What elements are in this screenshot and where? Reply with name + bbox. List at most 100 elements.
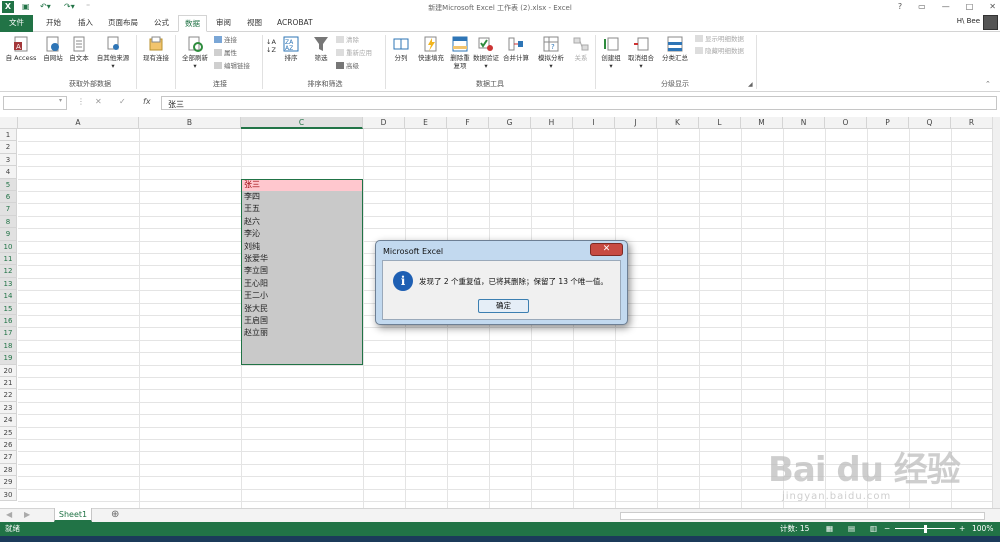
row-header-11[interactable]: 11 <box>0 253 17 266</box>
row-header-13[interactable]: 13 <box>0 277 17 291</box>
column-header-l[interactable]: L <box>699 117 741 129</box>
tab-page-layout[interactable]: 页面布局 <box>102 15 144 32</box>
filter-button[interactable]: 筛选 <box>309 36 333 62</box>
row-header-12[interactable]: 12 <box>0 265 17 278</box>
tab-file[interactable]: 文件 <box>0 15 33 32</box>
consolidate-button[interactable]: 合并计算 <box>500 36 532 62</box>
column-header-p[interactable]: P <box>867 117 909 129</box>
tab-home[interactable]: 开始 <box>40 15 67 32</box>
remove-duplicates-button[interactable]: 删除重复项 <box>448 36 472 70</box>
row-header-7[interactable]: 7 <box>0 203 17 216</box>
insert-function-icon[interactable]: fx <box>143 97 151 106</box>
column-header-f[interactable]: F <box>447 117 489 129</box>
row-header-8[interactable]: 8 <box>0 215 17 229</box>
name-box[interactable] <box>3 96 67 110</box>
row-header-16[interactable]: 16 <box>0 315 17 328</box>
row-header-6[interactable]: 6 <box>0 191 17 204</box>
row-header-24[interactable]: 24 <box>0 414 17 427</box>
sheet-tab-sheet1[interactable]: Sheet1 <box>54 508 92 522</box>
cell-c5[interactable]: 张三 <box>241 179 363 191</box>
prev-sheet-icon[interactable]: ◀ <box>6 510 12 519</box>
hide-detail-button[interactable]: 隐藏明细数据 <box>695 47 744 56</box>
close-icon[interactable]: ✕ <box>989 2 996 11</box>
row-header-29[interactable]: 29 <box>0 476 17 489</box>
group-button[interactable]: 创建组 ▾ <box>598 36 624 70</box>
sort-az-icon[interactable]: ↓A ↓Z <box>265 38 277 54</box>
clear-filter-button[interactable]: 清除 <box>336 36 359 45</box>
zoom-out-icon[interactable]: − <box>884 522 890 536</box>
column-header-n[interactable]: N <box>783 117 825 129</box>
flash-fill-button[interactable]: 快速填充 <box>414 36 448 62</box>
existing-connections-button[interactable]: 现有连接 <box>139 36 173 62</box>
cell-c8[interactable]: 赵六 <box>241 216 363 228</box>
normal-view-icon[interactable]: ▦ <box>826 522 833 536</box>
data-validation-button[interactable]: 数据验证 ▾ <box>472 36 500 70</box>
row-header-30[interactable]: 30 <box>0 488 17 501</box>
row-header-1[interactable]: 1 <box>0 129 17 142</box>
column-header-g[interactable]: G <box>489 117 531 129</box>
column-header-o[interactable]: O <box>825 117 867 129</box>
help-icon[interactable]: ? <box>898 2 902 11</box>
row-header-10[interactable]: 10 <box>0 240 17 253</box>
column-header-j[interactable]: J <box>615 117 657 129</box>
edit-links-button[interactable]: 编辑链接 <box>214 62 250 71</box>
row-header-27[interactable]: 27 <box>0 451 17 464</box>
minimize-icon[interactable]: — <box>942 2 950 11</box>
row-header-28[interactable]: 28 <box>0 463 17 477</box>
row-header-15[interactable]: 15 <box>0 302 17 315</box>
row-header-20[interactable]: 20 <box>0 364 17 377</box>
dialog-close-button[interactable]: ✕ <box>590 243 623 256</box>
zoom-slider-thumb[interactable] <box>924 525 927 533</box>
row-header-5[interactable]: 5 <box>0 178 17 191</box>
tab-formulas[interactable]: 公式 <box>148 15 175 32</box>
next-sheet-icon[interactable]: ▶ <box>24 510 30 519</box>
cancel-edit-icon[interactable]: ✕ <box>95 97 102 106</box>
avatar[interactable] <box>983 15 998 30</box>
column-header-r[interactable]: R <box>951 117 992 129</box>
column-header-m[interactable]: M <box>741 117 783 129</box>
row-header-3[interactable]: 3 <box>0 153 17 167</box>
cell-c9[interactable]: 李沁 <box>241 228 363 240</box>
row-header-18[interactable]: 18 <box>0 339 17 353</box>
cell-c6[interactable]: 李四 <box>241 191 363 203</box>
dialog-launcher-icon[interactable]: ◢ <box>748 80 753 89</box>
tab-review[interactable]: 审阅 <box>210 15 237 32</box>
from-web-button[interactable]: 自网站 <box>40 36 66 62</box>
subtotal-button[interactable]: 分类汇总 <box>658 36 692 62</box>
column-header-e[interactable]: E <box>405 117 447 129</box>
row-header-17[interactable]: 17 <box>0 327 17 340</box>
cell-c11[interactable]: 张爱华 <box>241 253 363 265</box>
relationships-button[interactable]: 关系 <box>570 36 592 62</box>
zoom-level[interactable]: 100% <box>972 522 993 536</box>
tab-insert[interactable]: 插入 <box>72 15 99 32</box>
column-header-h[interactable]: H <box>531 117 573 129</box>
refresh-all-button[interactable]: 全部刷新 ▾ <box>177 36 213 70</box>
what-if-analysis-button[interactable]: ? 模拟分析 ▾ <box>533 36 569 70</box>
row-header-9[interactable]: 9 <box>0 228 17 241</box>
row-header-23[interactable]: 23 <box>0 401 17 415</box>
vertical-scrollbar[interactable] <box>992 117 1000 508</box>
cell-c13[interactable]: 王心阳 <box>241 278 363 290</box>
zoom-in-icon[interactable]: + <box>959 522 965 536</box>
ribbon-display-icon[interactable]: ▭ <box>918 2 926 11</box>
row-header-21[interactable]: 21 <box>0 377 17 390</box>
enter-edit-icon[interactable]: ✓ <box>119 97 126 106</box>
advanced-filter-button[interactable]: 高级 <box>336 62 359 71</box>
column-header-k[interactable]: K <box>657 117 699 129</box>
column-header-b[interactable]: B <box>139 117 241 129</box>
ok-button[interactable]: 确定 <box>478 299 529 313</box>
row-header-14[interactable]: 14 <box>0 290 17 303</box>
maximize-icon[interactable]: □ <box>966 2 974 11</box>
tab-acrobat[interactable]: ACROBAT <box>271 15 319 32</box>
row-header-22[interactable]: 22 <box>0 389 17 402</box>
column-header-i[interactable]: I <box>573 117 615 129</box>
horizontal-scrollbar[interactable] <box>620 512 985 520</box>
cell-c7[interactable]: 王五 <box>241 203 363 215</box>
row-header-4[interactable]: 4 <box>0 166 17 179</box>
page-layout-view-icon[interactable]: ▤ <box>848 522 855 536</box>
tab-data[interactable]: 数据 <box>178 15 207 32</box>
formula-input[interactable]: 张三 <box>161 96 997 110</box>
column-header-c[interactable]: C <box>241 117 363 129</box>
row-header-25[interactable]: 25 <box>0 426 17 439</box>
cell-c12[interactable]: 李立国 <box>241 265 363 277</box>
